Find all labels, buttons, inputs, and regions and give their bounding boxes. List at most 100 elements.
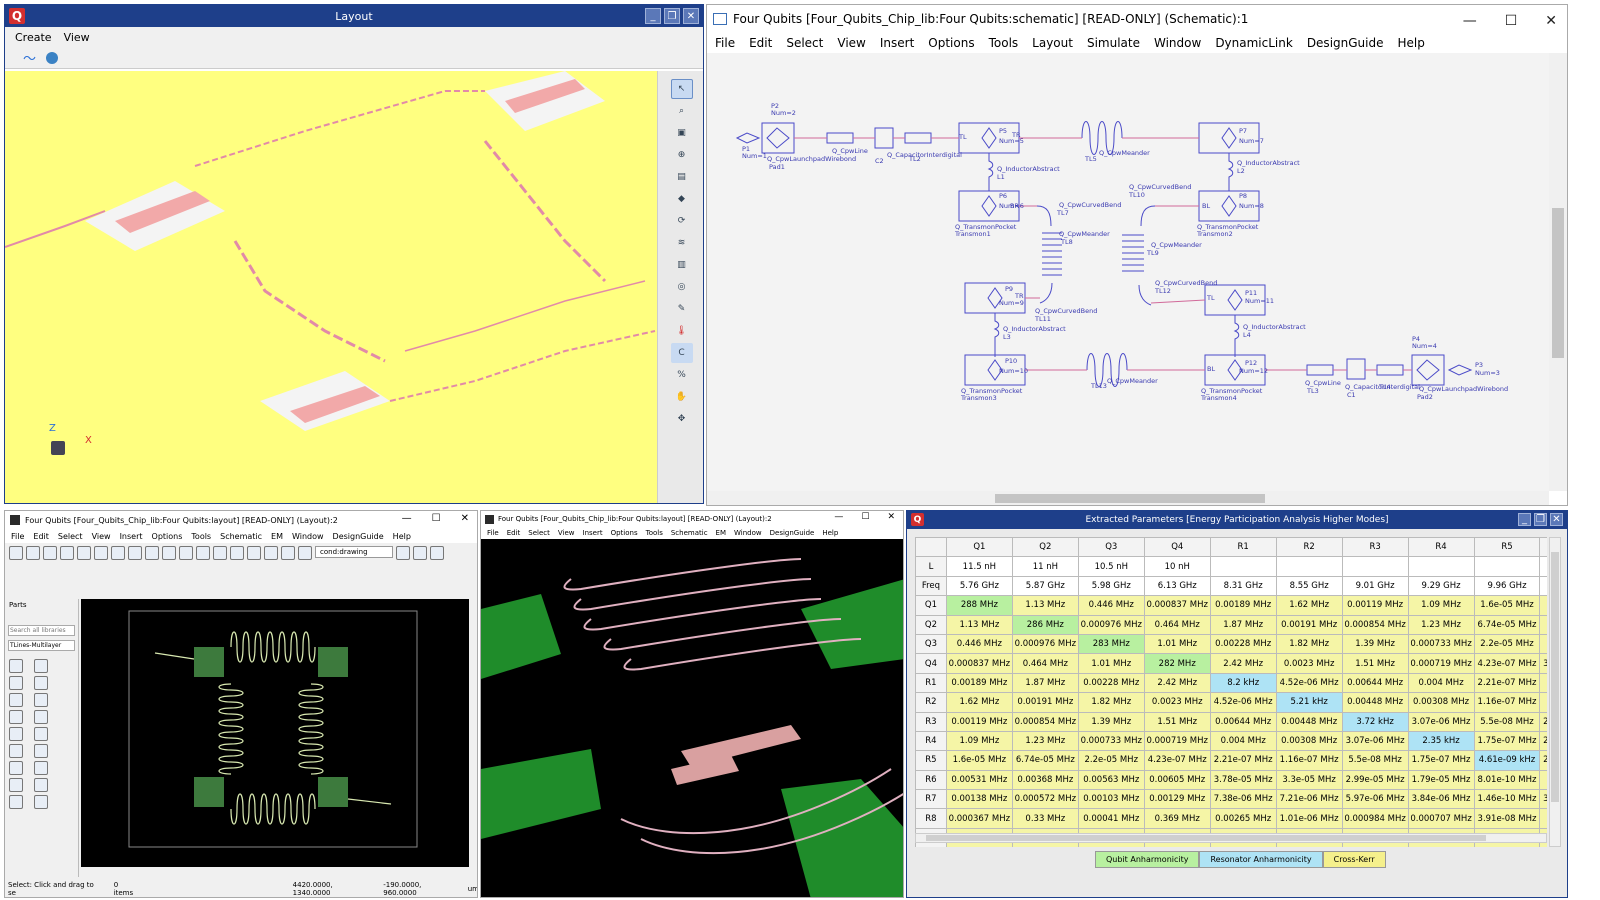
table-cell[interactable]: 1.62 MHz: [945, 692, 1013, 713]
menu-tools[interactable]: Tools: [191, 532, 211, 541]
globe-icon[interactable]: [46, 51, 59, 64]
column-header[interactable]: R4: [1407, 537, 1475, 558]
part-item[interactable]: [34, 727, 48, 741]
menu-file[interactable]: File: [715, 36, 735, 50]
table-cell[interactable]: [1209, 556, 1277, 577]
params-titlebar[interactable]: Q Extracted Parameters [Energy Participa…: [907, 511, 1567, 529]
menu-insert[interactable]: Insert: [120, 532, 143, 541]
table-cell[interactable]: 0.00228 MHz: [1209, 633, 1277, 655]
part-item[interactable]: [9, 727, 23, 741]
menu-layout[interactable]: Layout: [1032, 36, 1073, 50]
minimize-button[interactable]: _: [645, 8, 661, 24]
table-cell[interactable]: 282 MHz: [1143, 653, 1211, 674]
table-cell[interactable]: 1.6e-05 MHz: [945, 750, 1013, 771]
zoom-icon[interactable]: [128, 546, 142, 560]
row-header[interactable]: R1: [915, 672, 947, 694]
table-cell[interactable]: 0.0023 MHz: [1275, 653, 1343, 674]
table-cell[interactable]: 0.00644 MHz: [1209, 711, 1277, 732]
table-cell[interactable]: 3.07e-06 MHz: [1341, 730, 1409, 752]
table-cell[interactable]: 6.74e-05 MHz: [1473, 614, 1541, 635]
table-cell[interactable]: 5.87 GHz: [1011, 575, 1079, 597]
layout2-titlebar[interactable]: Four Qubits [Four_Qubits_Chip_lib:Four Q…: [5, 511, 477, 529]
row-header[interactable]: Q1: [915, 595, 947, 616]
menu-select[interactable]: Select: [58, 532, 83, 541]
table-cell[interactable]: 8.2 kHz: [1209, 672, 1277, 694]
save-icon[interactable]: [43, 546, 57, 560]
fit-view-icon[interactable]: ▣: [671, 123, 693, 143]
row-header[interactable]: Q3: [915, 633, 947, 655]
table-cell[interactable]: 0.004 MHz: [1407, 672, 1475, 694]
table-cell[interactable]: 0.00308 MHz: [1275, 730, 1343, 752]
box-view-icon[interactable]: ▤: [671, 167, 693, 187]
row-header[interactable]: R7: [915, 789, 947, 810]
table-cell[interactable]: 0.00103 MHz: [1077, 789, 1145, 810]
table-cell[interactable]: 0.00138 MHz: [945, 789, 1013, 810]
table-cell[interactable]: 0.000733 MHz: [1407, 633, 1475, 655]
part-item[interactable]: [9, 778, 23, 792]
minimize-button[interactable]: —: [402, 513, 412, 524]
table-cell[interactable]: 1.01 MHz: [1143, 633, 1211, 655]
percent-icon[interactable]: %: [671, 365, 693, 385]
menu-tools[interactable]: Tools: [989, 36, 1019, 50]
part-item[interactable]: [34, 676, 48, 690]
port-icon[interactable]: [230, 546, 244, 560]
table-cell[interactable]: 1.13 MHz: [1011, 595, 1079, 616]
column-header[interactable]: R1: [1209, 537, 1277, 558]
circle-icon[interactable]: [413, 546, 427, 560]
table-cell[interactable]: 3.91e-08 MHz: [1473, 808, 1541, 829]
part-item[interactable]: [9, 761, 23, 775]
table-cell[interactable]: 0.464 MHz: [1011, 653, 1079, 674]
table-cell[interactable]: 0.00119 MHz: [1341, 595, 1409, 616]
menu-help[interactable]: Help: [1397, 36, 1424, 50]
table-cell[interactable]: 1.09 MHz: [1407, 595, 1475, 616]
part-item[interactable]: [9, 744, 23, 758]
table-cell[interactable]: 0.000854 MHz: [1011, 711, 1079, 732]
column-header[interactable]: R3: [1341, 537, 1409, 558]
table-cell[interactable]: 11 nH: [1011, 556, 1079, 577]
menu-insert[interactable]: Insert: [880, 36, 914, 50]
table-cell[interactable]: 0.00265 MHz: [1209, 808, 1277, 829]
table-cell[interactable]: 0.000719 MHz: [1407, 653, 1475, 674]
params-hscrollbar[interactable]: [915, 833, 1547, 843]
table-cell[interactable]: 0.33 MHz: [1011, 808, 1079, 829]
part-item[interactable]: [34, 693, 48, 707]
table-cell[interactable]: 2.42 MHz: [1143, 672, 1211, 694]
menu-view[interactable]: View: [64, 31, 90, 44]
table-cell[interactable]: 6.74e-05 MHz: [1011, 750, 1079, 771]
column-header[interactable]: Q4: [1143, 537, 1211, 558]
table-cell[interactable]: 1.01e-06 MHz: [1275, 808, 1343, 829]
close-button[interactable]: ✕: [683, 8, 699, 24]
row-header[interactable]: R2: [915, 692, 947, 713]
open-icon[interactable]: [26, 546, 40, 560]
maximize-button[interactable]: ☐: [1505, 13, 1518, 29]
table-cell[interactable]: [1407, 556, 1475, 577]
tab-qubit-anharmonicity[interactable]: Qubit Anharmonicity: [1095, 851, 1200, 868]
maximize-button[interactable]: ☐: [861, 512, 869, 522]
menu-edit[interactable]: Edit: [33, 532, 49, 541]
table-cell[interactable]: 0.446 MHz: [1077, 595, 1145, 616]
table-cell[interactable]: 9.01 GHz: [1341, 575, 1409, 597]
menu-select[interactable]: Select: [786, 36, 823, 50]
table-cell[interactable]: 3.84e-06 MHz: [1407, 789, 1475, 810]
table-cell[interactable]: 2.42 MHz: [1209, 653, 1277, 674]
schematic-canvas[interactable]: P2 Num=2 P1 Num=1 Q_CpwLaunchpadWirebond…: [707, 53, 1549, 491]
table-cell[interactable]: 0.00605 MHz: [1143, 769, 1211, 791]
table-cell[interactable]: 1.23 MHz: [1011, 730, 1079, 752]
table-cell[interactable]: 0.446 MHz: [945, 633, 1013, 655]
table-cell[interactable]: 1.79e-05 MHz: [1407, 769, 1475, 791]
table-cell[interactable]: 0.000367 MHz: [945, 808, 1013, 829]
table-cell[interactable]: 4.52e-06 MHz: [1209, 692, 1277, 713]
table-cell[interactable]: 3.72 kHz: [1341, 711, 1409, 732]
row-header[interactable]: R5: [915, 750, 947, 771]
rotate-icon[interactable]: ⟳: [671, 211, 693, 231]
table-cell[interactable]: 5.21 kHz: [1275, 692, 1343, 713]
table-cell[interactable]: 0.000733 MHz: [1077, 730, 1145, 752]
menu-schematic[interactable]: Schematic: [220, 532, 262, 541]
part-item[interactable]: [34, 778, 48, 792]
part-item[interactable]: [9, 693, 23, 707]
part-item[interactable]: [34, 710, 48, 724]
part-item[interactable]: [34, 659, 48, 673]
row-header[interactable]: R8: [915, 808, 947, 829]
zoom-in-icon[interactable]: ⊕: [671, 145, 693, 165]
part-item[interactable]: [34, 761, 48, 775]
